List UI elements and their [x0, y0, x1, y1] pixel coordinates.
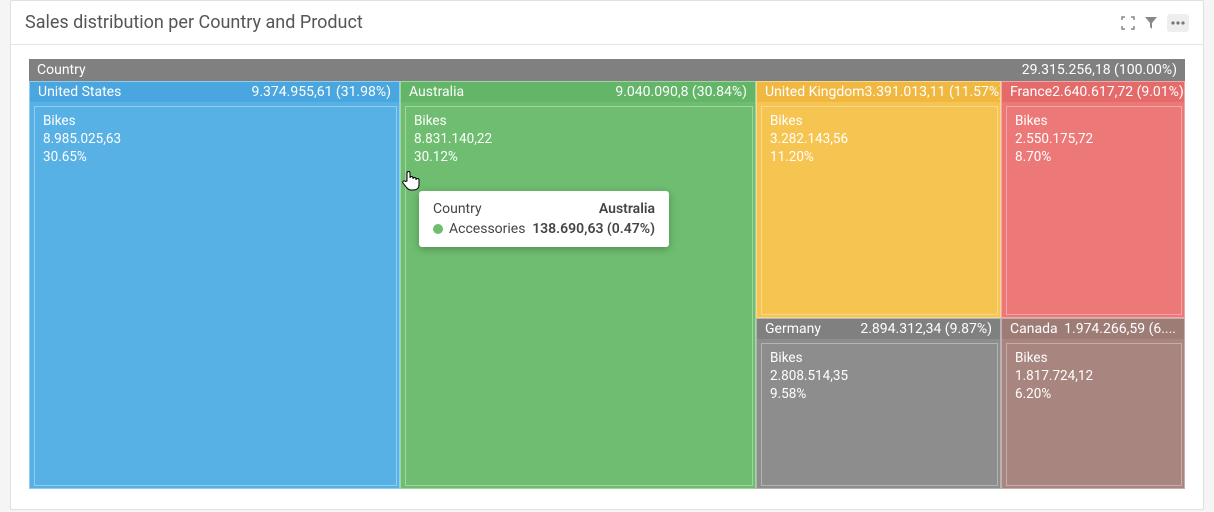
fullscreen-icon[interactable]	[1121, 16, 1135, 30]
country-label: Germany	[765, 321, 821, 337]
tooltip-swatch-icon	[433, 224, 443, 234]
treemap-cell-fr[interactable]: France 2.640.617,72 (9.01%) Bikes 2.550.…	[1001, 81, 1185, 318]
tooltip-dim-label: Country	[433, 201, 482, 217]
cell-header-uk: United Kingdom 3.391.013,11 (11.57%)	[757, 82, 1000, 102]
product-value: 3.282.143,56	[770, 130, 989, 148]
header-actions	[1121, 14, 1189, 32]
cell-header-fr: France 2.640.617,72 (9.01%)	[1002, 82, 1184, 102]
product-label: Bikes	[414, 112, 744, 130]
treemap-cell-us[interactable]: United States 9.374.955,61 (31.98%) Bike…	[29, 81, 400, 489]
product-value: 2.550.175,72	[1015, 130, 1173, 148]
treemap-body: United States 9.374.955,61 (31.98%) Bike…	[29, 81, 1185, 489]
product-pct: 30.65%	[43, 148, 388, 166]
country-value: 3.391.013,11 (11.57%)	[865, 84, 1001, 100]
country-label: Canada	[1010, 321, 1058, 337]
root-dimension-label: Country	[37, 62, 86, 78]
product-label: Bikes	[770, 349, 989, 367]
chart-tooltip: Country Australia Accessories 138.690,63…	[419, 191, 669, 247]
treemap-leaf-uk-bikes[interactable]: Bikes 3.282.143,56 11.20%	[761, 106, 998, 315]
product-value: 1.817.724,12	[1015, 367, 1173, 385]
product-label: Bikes	[770, 112, 989, 130]
product-pct: 30.12%	[414, 148, 744, 166]
country-label: United States	[38, 84, 121, 100]
cell-header-au: Australia 9.040.090,8 (30.84%)	[401, 82, 755, 102]
country-label: France	[1010, 84, 1052, 100]
root-total: 29.315.256,18 (100.00%)	[1022, 62, 1177, 78]
treemap-cell-uk[interactable]: United Kingdom 3.391.013,11 (11.57%) Bik…	[756, 81, 1001, 318]
tooltip-dim-value: Australia	[599, 201, 655, 217]
more-menu-button[interactable]	[1167, 14, 1189, 32]
product-label: Bikes	[43, 112, 388, 130]
tooltip-series-label: Accessories	[449, 221, 525, 237]
country-label: United Kingdom	[765, 84, 865, 100]
country-value: 1.974.266,59 (6....	[1064, 321, 1176, 337]
treemap-leaf-ca-bikes[interactable]: Bikes 1.817.724,12 6.20%	[1006, 343, 1182, 486]
cell-header-us: United States 9.374.955,61 (31.98%)	[30, 82, 399, 102]
treemap-cell-de[interactable]: Germany 2.894.312,34 (9.87%) Bikes 2.808…	[756, 318, 1001, 489]
product-value: 8.831.140,22	[414, 130, 744, 148]
country-value: 2.640.617,72 (9.01%)	[1052, 84, 1184, 100]
widget-card: Sales distribution per Country and Produ…	[10, 0, 1204, 510]
tooltip-series-value: 138.690,63 (0.47%)	[532, 221, 655, 237]
product-pct: 6.20%	[1015, 385, 1173, 403]
treemap-root-header[interactable]: Country 29.315.256,18 (100.00%)	[29, 59, 1185, 81]
country-label: Australia	[409, 84, 464, 100]
treemap-leaf-fr-bikes[interactable]: Bikes 2.550.175,72 8.70%	[1006, 106, 1182, 315]
treemap-leaf-de-bikes[interactable]: Bikes 2.808.514,35 9.58%	[761, 343, 998, 486]
product-label: Bikes	[1015, 112, 1173, 130]
card-header: Sales distribution per Country and Produ…	[11, 1, 1203, 45]
treemap[interactable]: Country 29.315.256,18 (100.00%) United S…	[29, 59, 1185, 489]
card-title: Sales distribution per Country and Produ…	[25, 12, 363, 33]
cell-header-de: Germany 2.894.312,34 (9.87%)	[757, 319, 1000, 339]
product-pct: 9.58%	[770, 385, 989, 403]
treemap-cell-ca[interactable]: Canada 1.974.266,59 (6.... Bikes 1.817.7…	[1001, 318, 1185, 489]
treemap-cell-au[interactable]: Australia 9.040.090,8 (30.84%) Bikes 8.8…	[400, 81, 756, 489]
country-value: 9.040.090,8 (30.84%)	[615, 84, 747, 100]
treemap-leaf-au-bikes[interactable]: Bikes 8.831.140,22 30.12%	[405, 106, 753, 486]
product-value: 2.808.514,35	[770, 367, 989, 385]
product-pct: 11.20%	[770, 148, 989, 166]
cell-header-ca: Canada 1.974.266,59 (6....	[1002, 319, 1184, 339]
product-label: Bikes	[1015, 349, 1173, 367]
country-value: 9.374.955,61 (31.98%)	[251, 84, 391, 100]
product-pct: 8.70%	[1015, 148, 1173, 166]
treemap-leaf-us-bikes[interactable]: Bikes 8.985.025,63 30.65%	[34, 106, 397, 486]
product-value: 8.985.025,63	[43, 130, 388, 148]
filter-icon[interactable]	[1145, 16, 1157, 30]
country-value: 2.894.312,34 (9.87%)	[860, 321, 992, 337]
